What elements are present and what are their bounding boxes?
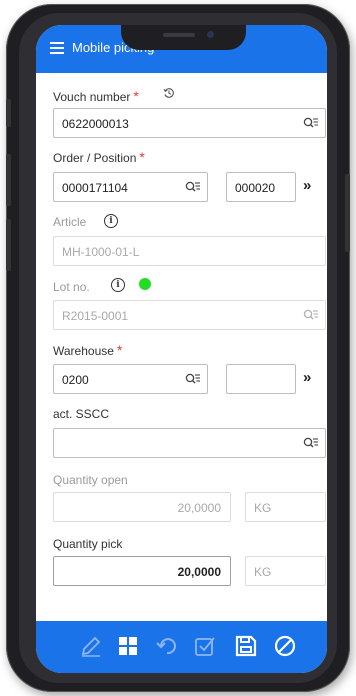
order-value: 0000171104 (62, 181, 128, 195)
article-input: MH-1000-01-L (53, 236, 326, 266)
qty-pick-unit: KG (245, 556, 326, 586)
article-value: MH-1000-01-L (62, 245, 140, 259)
undo-icon[interactable] (155, 634, 179, 658)
next-warehouse-button[interactable]: » (303, 369, 312, 386)
cancel-icon[interactable] (273, 634, 297, 658)
save-icon[interactable] (234, 634, 258, 658)
warehouse-value: 0200 (62, 373, 89, 387)
search-list-icon[interactable] (303, 116, 319, 130)
volume-up-button (6, 154, 11, 206)
order-label-text: Order / Position (53, 151, 137, 165)
position-input[interactable]: 000020 (226, 172, 296, 202)
pencil-icon[interactable] (79, 634, 103, 658)
voucher-label-text: Vouch number (53, 90, 131, 104)
check-box-icon[interactable] (193, 634, 217, 658)
qty-pick-value: 20,0000 (177, 565, 221, 579)
search-list-icon[interactable] (303, 436, 319, 450)
voucher-value: 0622000013 (62, 117, 129, 131)
next-position-button[interactable]: » (303, 177, 312, 194)
sscc-label: act. SSCC (53, 407, 110, 421)
voucher-label: Vouch number * (53, 88, 139, 104)
warehouse-label: Warehouse * (53, 342, 122, 358)
volume-down-button (6, 219, 11, 271)
qty-pick-label: Quantity pick (53, 537, 123, 551)
lot-status-indicator (139, 278, 151, 290)
qty-open-label: Quantity open (53, 473, 128, 487)
info-icon[interactable]: i (104, 214, 118, 228)
history-icon[interactable] (163, 87, 175, 99)
order-label: Order / Position * (53, 149, 145, 165)
front-camera (207, 31, 214, 38)
warehouse-input[interactable]: 0200 (53, 364, 208, 394)
speaker-grille (163, 33, 195, 37)
mute-switch (6, 99, 11, 127)
phone-notch (121, 25, 246, 50)
required-marker: * (116, 342, 123, 358)
search-list-icon (303, 309, 318, 320)
qty-open-unit: KG (245, 492, 326, 522)
warehouse-label-text: Warehouse (53, 344, 114, 358)
required-marker: * (139, 149, 145, 165)
search-list-icon[interactable] (185, 372, 201, 386)
info-icon[interactable]: i (111, 278, 125, 292)
qty-pick-input[interactable]: 20,0000 (53, 556, 231, 586)
storage-bin-input[interactable] (226, 364, 296, 394)
article-label: Article (53, 215, 87, 229)
qty-open-value: 20,0000 (177, 501, 221, 515)
grid-icon[interactable] (116, 634, 140, 658)
lot-value: R2015-0001 (62, 309, 129, 323)
qty-open-input: 20,0000 (53, 492, 231, 522)
voucher-input[interactable]: 0622000013 (53, 108, 326, 138)
lot-input: R2015-0001 (53, 300, 326, 330)
qty-open-unit-value: KG (254, 501, 272, 515)
position-value: 000020 (235, 181, 276, 195)
lot-label: Lot no. (53, 280, 90, 294)
app-screen: Mobile picking Vouch number * 0622000013 … (36, 25, 327, 673)
bottom-toolbar (36, 621, 327, 673)
sscc-input[interactable] (53, 428, 326, 458)
required-marker: * (133, 88, 139, 104)
order-input[interactable]: 0000171104 (53, 172, 208, 202)
search-list-icon[interactable] (185, 180, 201, 194)
qty-pick-unit-value: KG (254, 565, 272, 579)
menu-icon[interactable] (50, 42, 64, 54)
power-button (345, 174, 350, 252)
